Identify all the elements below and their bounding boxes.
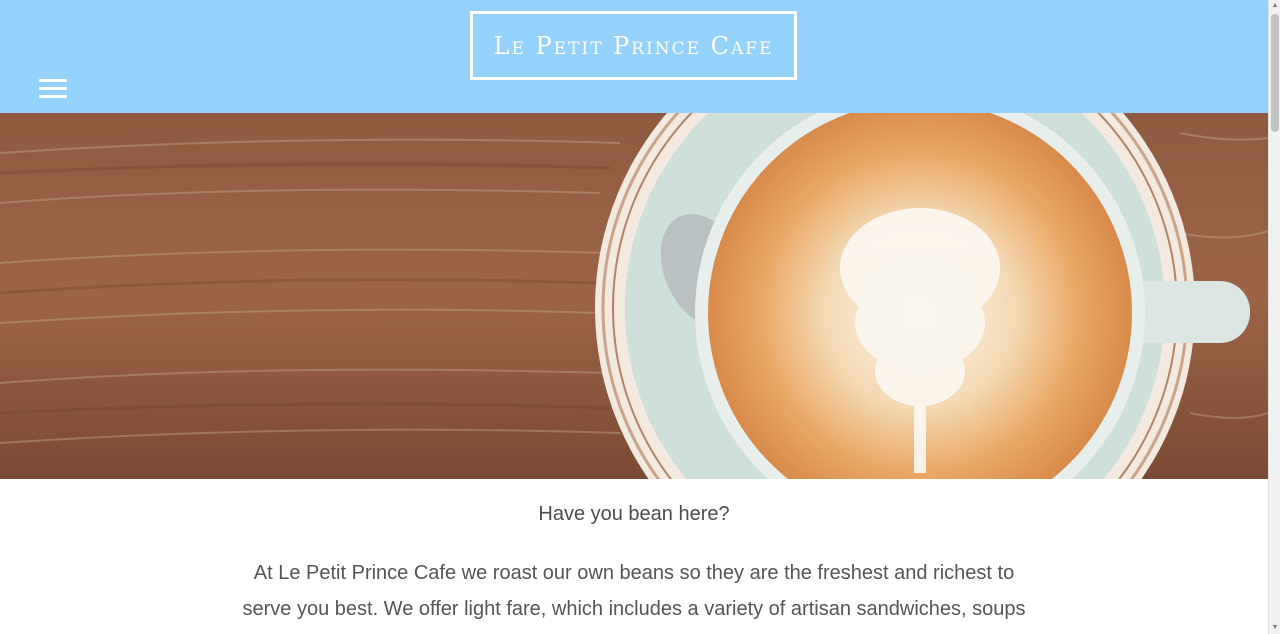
page: Le Petit Prince Cafe Have you bean here?… <box>0 0 1268 634</box>
hamburger-menu-icon[interactable] <box>39 79 67 99</box>
hero-image <box>0 113 1268 479</box>
menu-bar <box>39 79 67 82</box>
site-header: Le Petit Prince Cafe <box>0 0 1268 113</box>
arrow-up-icon[interactable]: ▲ <box>1271 2 1279 10</box>
latte-coffee-image <box>0 113 1268 479</box>
scroll-thumb[interactable] <box>1271 14 1279 132</box>
intro-paragraph: At Le Petit Prince Cafe we roast our own… <box>242 562 1026 620</box>
arrow-down-icon[interactable]: ▼ <box>1271 624 1279 632</box>
site-logo[interactable]: Le Petit Prince Cafe <box>470 11 797 80</box>
logo-text: Le Petit Prince Cafe <box>493 31 774 60</box>
vertical-scrollbar[interactable]: ▲ ▼ <box>1268 0 1280 634</box>
menu-bar <box>39 87 67 90</box>
tagline: Have you bean here? <box>538 503 730 525</box>
menu-bar <box>39 95 67 98</box>
